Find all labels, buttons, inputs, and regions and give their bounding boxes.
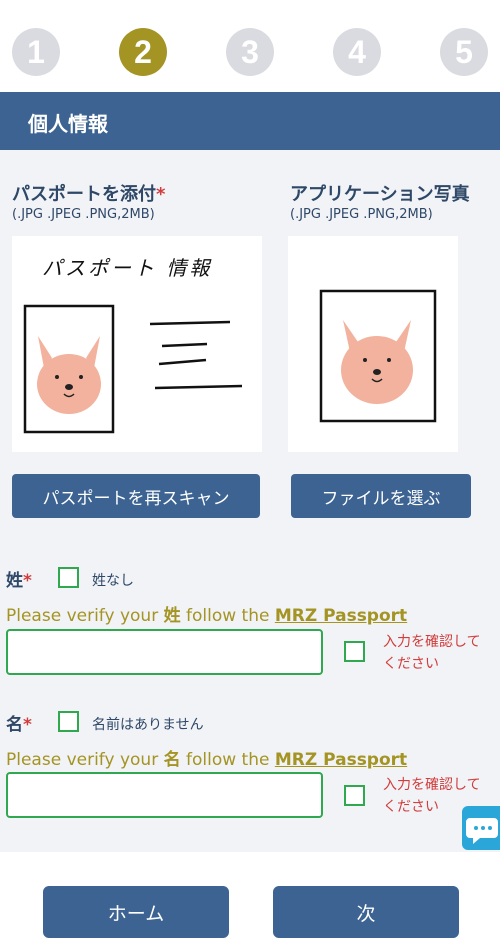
- verify-mid: follow the: [180, 606, 275, 626]
- required-mark: *: [23, 715, 32, 735]
- verify-prefix: Please verify your: [6, 606, 164, 626]
- required-mark: *: [23, 571, 32, 591]
- next-button[interactable]: 次: [273, 886, 459, 938]
- section-title: 個人情報: [28, 112, 108, 136]
- surname-verify-hint: Please verify your 姓 follow the MRZ Pass…: [6, 601, 407, 626]
- verify-mid: follow the: [180, 750, 275, 770]
- verify-field: 姓: [163, 606, 181, 626]
- passport-upload-title: パスポートを添付*: [12, 180, 165, 206]
- application-photo-title: アプリケーション写真: [290, 184, 470, 205]
- surname-input[interactable]: [6, 629, 323, 675]
- rescan-passport-button[interactable]: パスポートを再スキャン: [12, 474, 260, 518]
- given-name-verify-hint: Please verify your 名 follow the MRZ Pass…: [6, 745, 407, 770]
- choose-file-button[interactable]: ファイルを選ぶ: [291, 474, 471, 518]
- photo-sketch-icon: [319, 289, 437, 423]
- footer-bar: ホーム 次: [0, 852, 500, 951]
- given-name-input[interactable]: [6, 772, 323, 818]
- no-surname-checkbox[interactable]: [58, 567, 79, 588]
- step-4[interactable]: 4: [333, 28, 381, 76]
- passport-image[interactable]: パスポート 情報: [12, 236, 262, 452]
- dog-drawing-icon: [37, 336, 101, 414]
- mrz-passport-link[interactable]: MRZ Passport: [275, 606, 407, 626]
- surname-label: 姓*: [6, 566, 32, 591]
- given-name-label-text: 名: [6, 715, 23, 735]
- photo-file-hint: (.JPG .JPEG .PNG,2MB): [290, 207, 433, 222]
- chat-bubble-icon: [466, 818, 498, 844]
- surname-confirm-text: 入力を確認してください: [383, 634, 481, 672]
- verify-prefix: Please verify your: [6, 750, 164, 770]
- step-3[interactable]: 3: [226, 28, 274, 76]
- step-2-active[interactable]: 2: [119, 28, 167, 76]
- passport-upload-label: パスポートを添付: [12, 184, 156, 205]
- passport-file-hint: (.JPG .JPEG .PNG,2MB): [12, 207, 155, 222]
- passport-sketch-icon: [23, 304, 243, 434]
- home-button[interactable]: ホーム: [43, 886, 229, 938]
- application-photo-image[interactable]: [288, 236, 458, 452]
- no-given-name-checkbox[interactable]: [58, 711, 79, 732]
- step-5[interactable]: 5: [440, 28, 488, 76]
- required-mark: *: [156, 184, 166, 205]
- step-1[interactable]: 1: [12, 28, 60, 76]
- mrz-passport-link[interactable]: MRZ Passport: [275, 750, 407, 770]
- surname-confirm-checkbox[interactable]: [344, 641, 365, 662]
- dog-drawing-icon: [341, 320, 413, 404]
- chat-button[interactable]: [462, 806, 500, 850]
- verify-field: 名: [163, 750, 181, 770]
- given-name-label: 名*: [6, 710, 32, 735]
- surname-label-text: 姓: [6, 571, 23, 591]
- no-given-name-label: 名前はありません: [92, 717, 204, 733]
- given-name-confirm-checkbox[interactable]: [344, 785, 365, 806]
- no-surname-label: 姓なし: [92, 573, 134, 589]
- section-header: 個人情報: [0, 92, 500, 150]
- progress-stepper: 1 2 3 4 5: [0, 0, 500, 92]
